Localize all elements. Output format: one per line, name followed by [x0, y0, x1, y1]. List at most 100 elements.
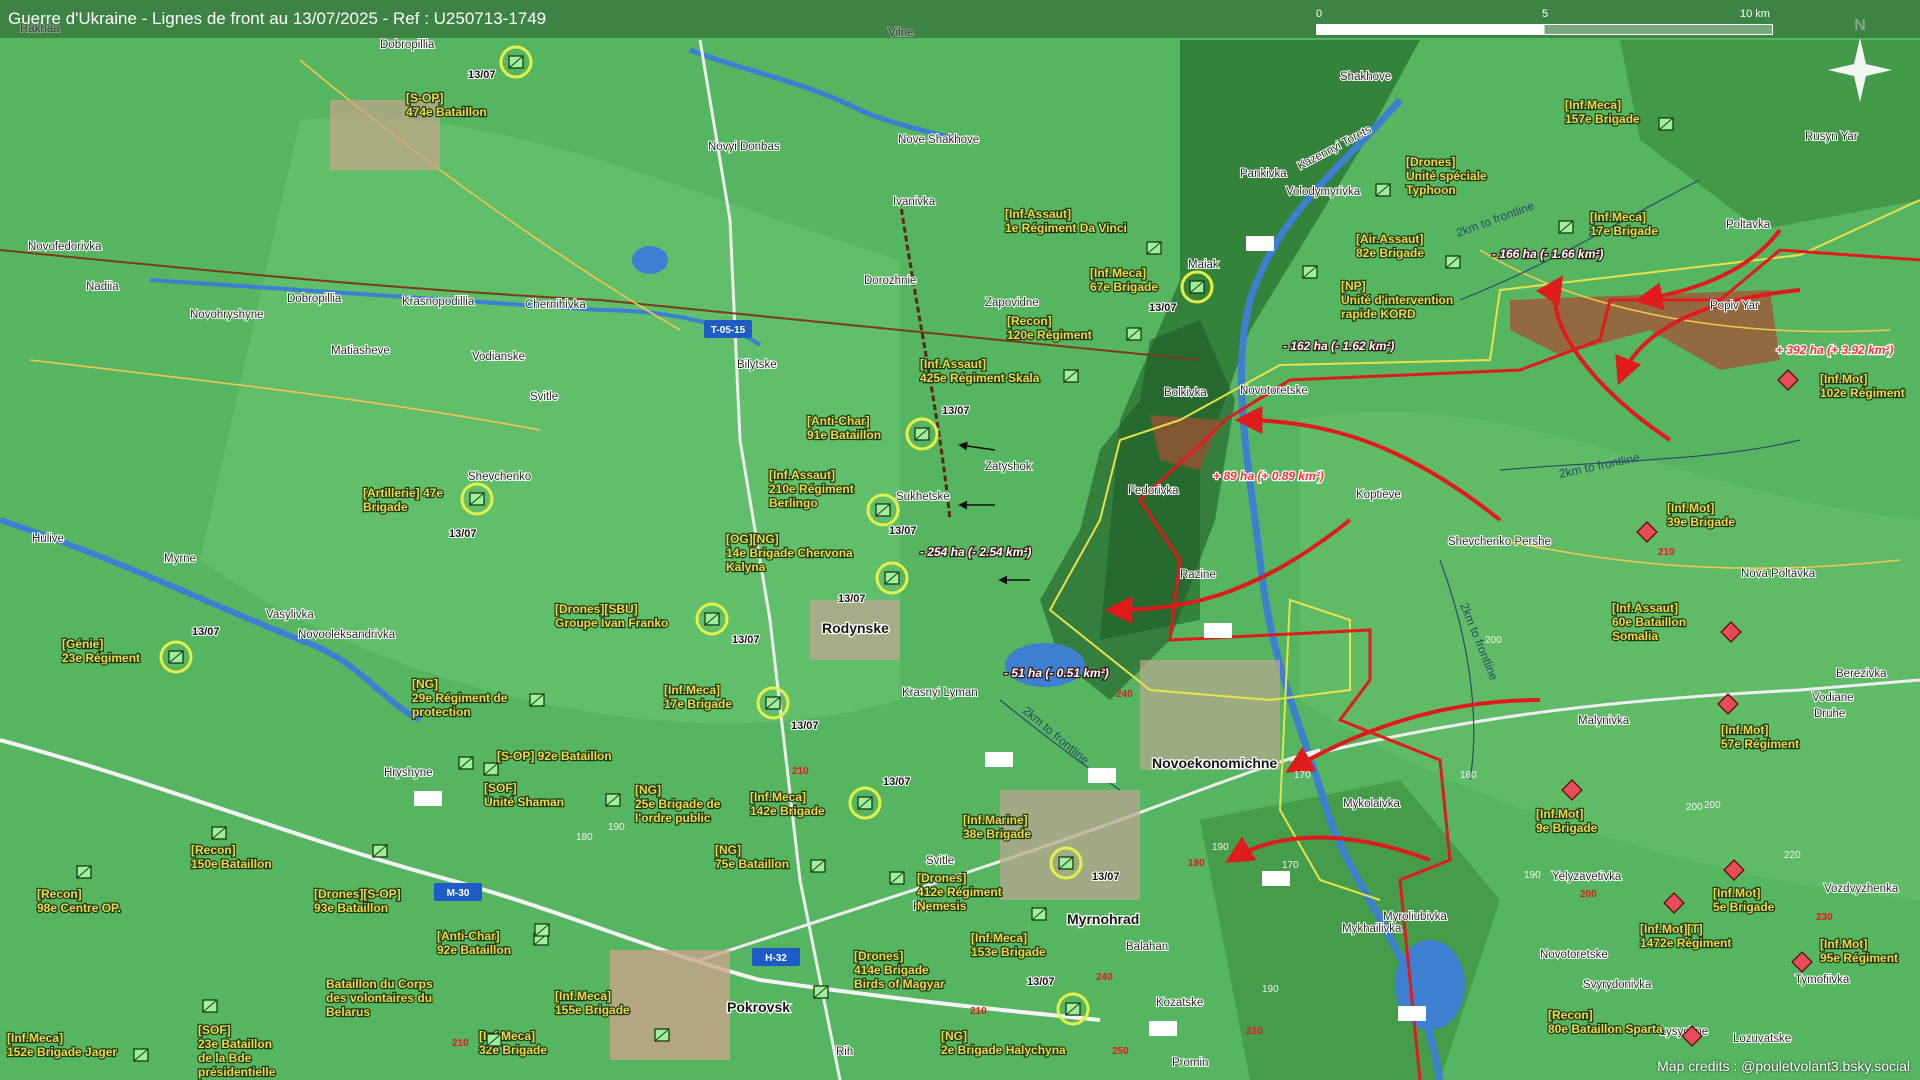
unit-label-line: 474e Bataillon [406, 105, 487, 119]
town-label: Berezivka [1836, 668, 1887, 680]
elevation-label: 200 [1686, 802, 1703, 813]
unit-label-line: 142e Brigade [750, 804, 825, 818]
town-label: Rodynske [822, 620, 889, 636]
elevation-label-red: 230 [1816, 912, 1833, 923]
elevation-label: 180 [576, 832, 593, 843]
town-label: Pokrovsk [727, 999, 790, 1015]
unit-label-line: 67e Brigade [1090, 280, 1158, 294]
unit-label-line: [Inf.Meca] [971, 931, 1027, 945]
town-label: Bilytske [737, 359, 777, 371]
unit-label-line: [Inf.Marine] [963, 813, 1028, 827]
road-shield: M-30 [434, 883, 482, 901]
town-label: Novofedorivka [28, 241, 102, 253]
unit-label-line: 150e Bataillon [191, 857, 272, 871]
town-label: Svyrydonivka [1583, 979, 1652, 991]
town-label: Razine [1180, 569, 1216, 581]
road-number-label: 190 [1404, 1010, 1421, 1021]
unit-label-line: 157e Brigade [1565, 112, 1640, 126]
unit-label-line: [SOF] [198, 1023, 231, 1037]
unit-label-line: [Inf.Mot] [1820, 372, 1867, 386]
town-label: Rih [836, 1046, 853, 1058]
town-label: Dobropillia [287, 293, 342, 305]
unit-label-line: [SOF] [484, 781, 517, 795]
unit-label-line: 23e Bataillon [198, 1037, 272, 1051]
town-label: Nadiia [86, 281, 119, 293]
unit-label-line: 98e Centre OP. [37, 901, 121, 915]
road-shield: T-05-15 [704, 320, 752, 338]
unit-label-line: [Inf.Assaut] [769, 468, 835, 482]
town-label: Svitle [530, 391, 558, 403]
town-label: Vodianske [472, 351, 525, 363]
unit-label-line: Brigade [363, 500, 408, 514]
unit-label-line: Groupe Ivan Franko [555, 616, 668, 630]
elevation-label: 220 [1784, 850, 1801, 861]
unit-label-line: [Inf.Meca] [555, 989, 611, 1003]
map-title: Guerre d'Ukraine - Lignes de front au 13… [8, 9, 547, 28]
town-label: Maiak [1188, 259, 1219, 271]
road-number: 170 [1149, 1021, 1177, 1036]
unit-label-line: [Inf.Meca] [750, 790, 806, 804]
unit-label-line: [Inf.Meca] [1590, 210, 1646, 224]
unit-label-line: l'ordre public [635, 811, 711, 825]
unit-label-line: Typhoon [1406, 183, 1456, 197]
town-label: Druhe [1814, 708, 1845, 720]
road-number: 190 [1398, 1006, 1426, 1021]
town-label: Kozatske [1156, 997, 1203, 1009]
unit-label-line: 152e Brigade Jager [7, 1045, 117, 1059]
unit-label-line: [Inf.Meca] [1565, 98, 1621, 112]
town-label: Myroliubivka [1383, 911, 1448, 923]
town-label: Sukhetske [896, 491, 950, 503]
elevation-label: 190 [1212, 842, 1229, 853]
unit-date: 13/07 [468, 69, 496, 81]
road-number-label: 150 [420, 795, 437, 806]
unit-label-line: 1e Régiment Da Vinci [1005, 221, 1127, 235]
unit-label-line: [Recon] [1548, 1008, 1593, 1022]
town-label: Dobropillia [380, 39, 435, 51]
map-credits: Map credits : @pouletvolant3.bsky.social [1657, 1058, 1910, 1074]
town-label: Zatyshok [985, 461, 1032, 473]
elevation-label: 190 [1262, 984, 1279, 995]
unit-label-line: [Inf.Assaut] [1612, 601, 1678, 615]
town-label: Krasnyi Lyman [902, 687, 978, 699]
town-label: Matiasheve [331, 345, 390, 357]
elevation-label: 170 [1282, 860, 1299, 871]
unit-label-line: Belarus [326, 1005, 370, 1019]
scale-label-10: 10 km [1740, 8, 1770, 20]
unit-label-line: 23e Régiment [62, 651, 140, 665]
town-label: Novohryshyne [190, 309, 264, 321]
elevation-label-red: 210 [452, 1038, 469, 1049]
unit-label-line: [NG] [715, 843, 741, 857]
unit-label-line: Nemesis [917, 899, 967, 913]
front-line-map: - 166 ha (- 1.66 km²) - 162 ha (- 1.62 km… [0, 0, 1920, 1080]
unit-label-line: 412e Régiment [917, 885, 1002, 899]
town-label: Lozuvatske [1733, 1033, 1791, 1045]
town-label: Pankivka [1240, 168, 1287, 180]
unit-label-line: [Anti-Char] [437, 929, 500, 943]
unit-label-line: Unité Shaman [484, 795, 564, 809]
town-label: Nove Shakhove [898, 134, 979, 146]
road-number-label: 130 [1094, 772, 1111, 783]
unit-label-line: Bataillon du Corps [326, 977, 433, 991]
unit-label-line: des volontaires du [326, 991, 432, 1005]
unit-label-line: 155e Brigade [555, 1003, 630, 1017]
area-change-label: - 51 ha (- 0.51 km²) [1004, 666, 1109, 680]
unit-label-line: [Inf.Assaut] [1005, 207, 1071, 221]
unit-label-line: [NG] [635, 783, 661, 797]
unit-label-line: Berlingo [769, 496, 818, 510]
town-label: Fedorivka [1128, 485, 1179, 497]
unit-date: 13/07 [1092, 871, 1120, 883]
unit-label-line: [OG][NG] [726, 532, 779, 546]
town-label: Myrne [164, 553, 196, 565]
town-label: Zapovidne [985, 297, 1039, 309]
unit-label-line: Birds of Magyar [854, 977, 945, 991]
elevation-label-red: 240 [1096, 972, 1113, 983]
unit-label-line: 210e Régiment [769, 482, 854, 496]
scale-bar-graphic [1316, 24, 1773, 35]
unit-label-line: 17e Brigade [664, 697, 732, 711]
elevation-label-red: 190 [1188, 858, 1205, 869]
town-label: Nova Poltavka [1741, 568, 1816, 580]
unit-label-line: 29e Régiment de [412, 691, 508, 705]
town-label: Svitle [926, 855, 954, 867]
unit-label-line: 93e Bataillon [314, 901, 388, 915]
town-label: Poltavka [1726, 219, 1771, 231]
